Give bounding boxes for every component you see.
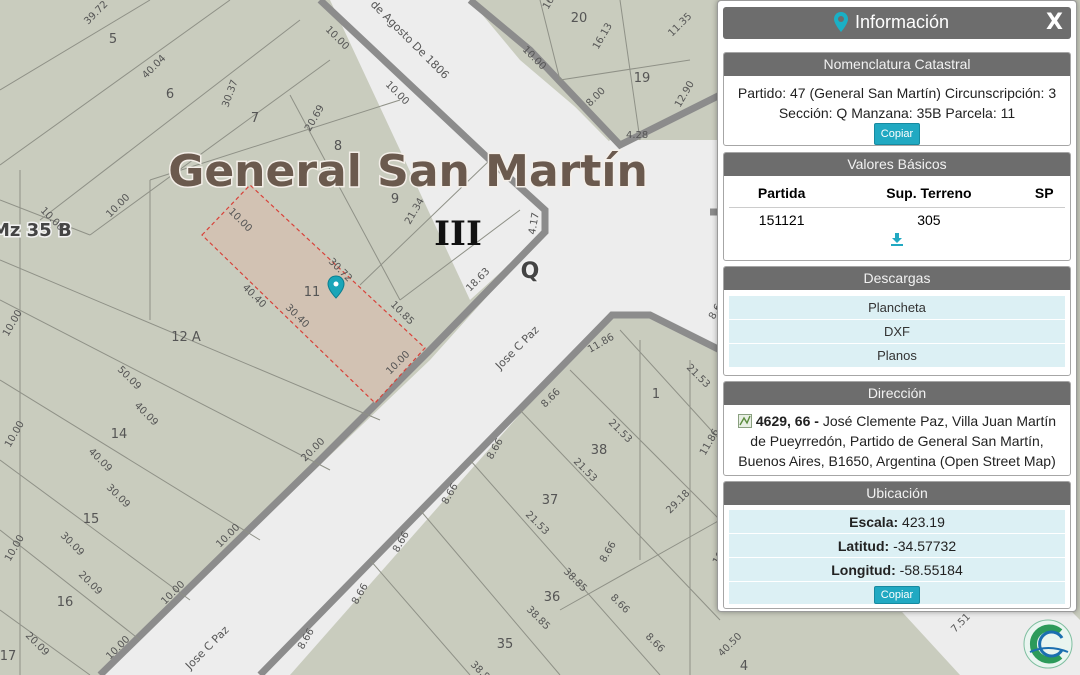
escala-row: Escala: 423.19 [729,510,1065,534]
nomenclatura-line1: Partido: 47 (General San Martín) Circuns… [737,85,1057,101]
download-planos-button[interactable]: Planos [729,344,1065,368]
column-header: Sup. Terreno [834,182,1024,208]
parcel-number: 19 [634,71,651,86]
parcel-number: 6 [166,87,174,102]
column-header: SP [1023,182,1065,208]
partida-value: 151121 [758,212,805,228]
sp-value [1024,208,1065,233]
nomenclatura-card: Nomenclatura Catastral Partido: 47 (Gene… [723,52,1071,146]
parcel-number: 15 [83,512,100,527]
parcel-number: 1 [652,387,660,402]
parcel-number: 16 [57,595,74,610]
valores-heading: Valores Básicos [724,153,1070,176]
locality-label: General San Martín [168,146,648,197]
valores-table: Partida Sup. Terreno SP 151121 305 [729,182,1065,232]
latitud-value: -34.57732 [893,538,957,554]
ubicacion-card: Ubicación Escala: 423.19 Latitud: -34.57… [723,481,1071,609]
parcel-number: 14 [111,427,128,442]
download-plancheta-button[interactable]: Plancheta [729,296,1065,320]
parcel-number: 11 [304,285,321,300]
descargas-card: Descargas Plancheta DXF Planos [723,266,1071,376]
valores-card: Valores Básicos Partida Sup. Terreno SP … [723,152,1071,261]
parcel-number: 35 [497,637,514,652]
parcel-number: 37 [542,493,559,508]
parcel-number: 7 [251,111,259,126]
close-button[interactable]: X [1046,10,1063,35]
parcel-number: 12 A [171,330,201,345]
longitud-value: -58.55184 [899,562,963,578]
location-pin-icon [834,12,848,32]
map-icon [737,414,752,428]
download-icon[interactable] [890,232,904,246]
parcel-number: 8 [334,139,342,154]
parcel-number: 4 [740,659,748,674]
longitud-row: Longitud: -58.55184 [729,558,1065,582]
section-label: Q [521,259,540,284]
parcel-number: 36 [544,590,561,605]
latitud-row: Latitud: -34.57732 [729,534,1065,558]
copy-nomenclatura-button[interactable]: Copiar [873,123,921,145]
escala-label: Escala: [849,514,899,530]
superficie-value: 305 [917,212,941,228]
nomenclatura-line2: Sección: Q Manzana: 35B Parcela: 11 [778,105,1016,121]
parcel-number: 38 [591,443,608,458]
nomenclatura-heading: Nomenclatura Catastral [724,53,1070,76]
copy-ubicacion-button[interactable]: Copiar [873,586,921,604]
dimension-label: 4.28 [626,130,648,141]
parcel-number: 9 [391,192,399,207]
direccion-heading: Dirección [724,382,1070,405]
direccion-card: Dirección 4629, 66 - José Clemente Paz, … [723,381,1071,476]
download-dxf-button[interactable]: DXF [729,320,1065,344]
descargas-heading: Descargas [724,267,1070,290]
parcel-number: 17 [0,649,16,664]
address-number: 4629, 66 - [755,413,819,429]
longitud-label: Longitud: [831,562,896,578]
parcel-number: 20 [571,11,588,26]
info-panel: Información X Nomenclatura Catastral Par… [717,0,1077,612]
app-logo-icon[interactable] [1022,618,1074,670]
ubicacion-heading: Ubicación [724,482,1070,505]
latitud-label: Latitud: [837,538,890,554]
circunscripcion-label: III [434,214,482,254]
table-row: 151121 305 [729,208,1065,233]
panel-title: Información [855,11,950,32]
panel-header: Información X [723,7,1071,39]
escala-value: 423.19 [902,514,945,530]
parcel-number: 5 [109,32,117,47]
column-header: Partida [729,182,835,208]
